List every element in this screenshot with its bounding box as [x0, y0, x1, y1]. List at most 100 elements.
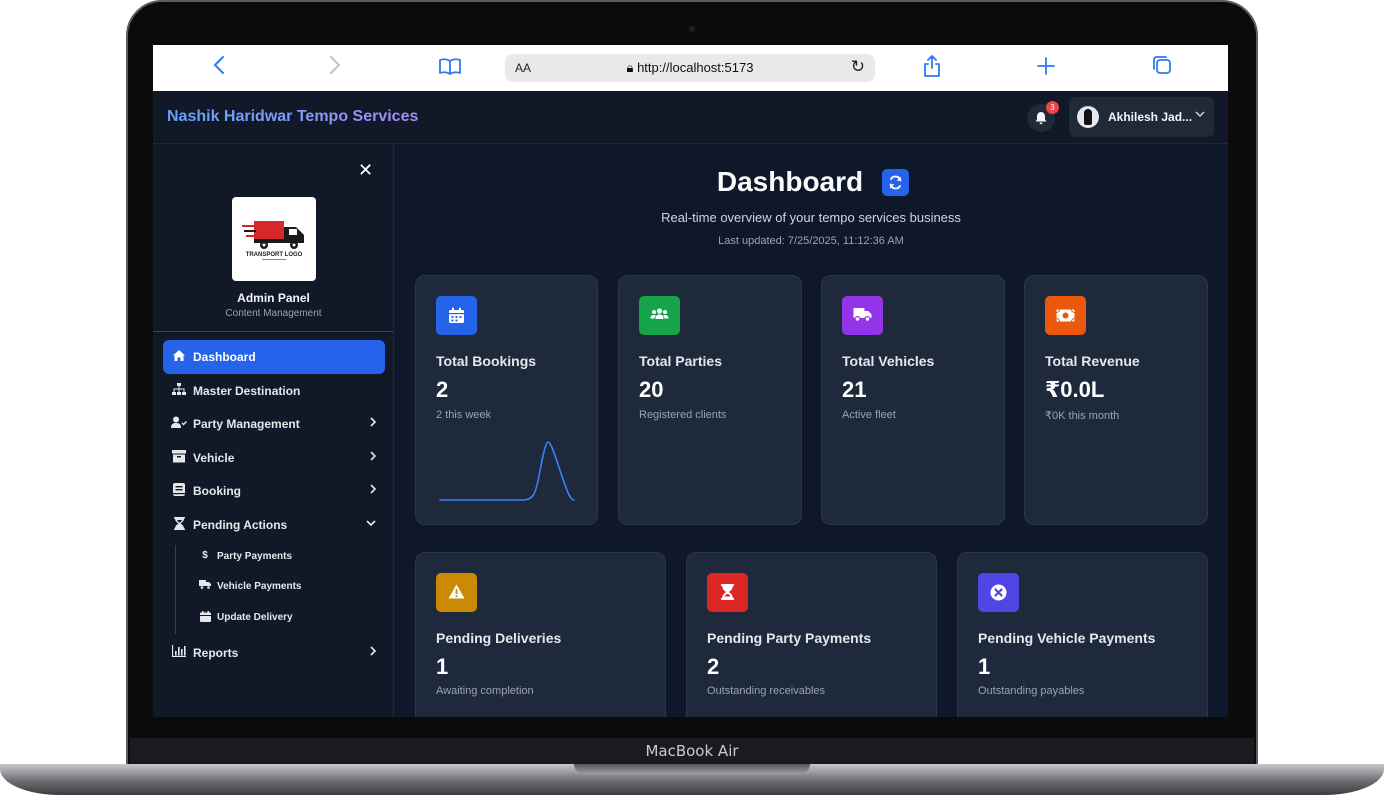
times-circle-icon [978, 573, 1019, 612]
page-subtitle: Real-time overview of your tempo service… [661, 210, 961, 225]
pending-card-vehicle-payments: Pending Vehicle Payments 1 Outstanding p… [957, 552, 1208, 717]
money-bill-icon [1045, 296, 1086, 335]
chevron-down-icon [1195, 108, 1205, 122]
pending-card-party-payments: Pending Party Payments 2 Outstanding rec… [686, 552, 937, 717]
stat-card-total-revenue: Total Revenue ₹0.0L ₹0K this month [1024, 275, 1208, 525]
stat-title: Total Revenue [1045, 353, 1140, 369]
notification-badge: 3 [1046, 101, 1059, 114]
device-label: MacBook Air [645, 742, 739, 760]
logo-text: TRANSPORT LOGO [246, 252, 303, 258]
stat-card-total-vehicles: Total Vehicles 21 Active fleet [821, 275, 1005, 525]
back-icon[interactable] [209, 55, 229, 81]
hourglass-icon [707, 573, 748, 612]
sidebar-subtitle: Content Management [225, 308, 322, 319]
url-value: http://localhost:5173 [637, 60, 754, 75]
stat-note: 2 this week [436, 409, 492, 421]
sidebar-item-label: Booking [193, 484, 241, 498]
lock-icon: 🔒︎ [626, 60, 638, 75]
truck-icon [199, 580, 211, 592]
sidebar-item-label: Dashboard [193, 350, 256, 364]
laptop-notch [574, 764, 810, 774]
submenu-item-label: Party Payments [217, 551, 293, 562]
bar-chart-icon [171, 645, 187, 661]
brand-title[interactable]: Nashik Haridwar Tempo Services [167, 108, 418, 126]
reload-icon[interactable]: ↻ [851, 57, 865, 77]
truck-logo-image: TRANSPORT LOGO [242, 221, 304, 260]
last-updated: Last updated: 7/25/2025, 11:12:36 AM [718, 235, 904, 247]
home-icon [171, 349, 187, 365]
pending-value: 1 [978, 654, 991, 679]
stat-value: 20 [639, 377, 664, 402]
sidebar-item-pending-actions[interactable]: Pending Actions [163, 508, 385, 542]
stat-note: Active fleet [842, 409, 896, 421]
sidebar-item-label: Reports [193, 646, 239, 660]
pending-title: Pending Deliveries [436, 630, 562, 646]
refresh-button[interactable] [882, 169, 909, 196]
sidebar-item-booking[interactable]: Booking [163, 474, 385, 508]
pending-value: 2 [707, 654, 720, 679]
sitemap-icon [171, 383, 187, 399]
stat-title: Total Parties [639, 353, 722, 369]
transport-logo: TRANSPORT LOGO [232, 197, 316, 281]
tabs-overview-icon[interactable] [1151, 55, 1173, 81]
submenu-line [175, 545, 176, 634]
sidebar-item-label: Pending Actions [193, 518, 288, 532]
pending-title: Pending Vehicle Payments [978, 630, 1156, 646]
archive-icon [171, 450, 187, 466]
stat-card-total-bookings: Total Bookings 2 2 this week [415, 275, 598, 525]
hourglass-icon [171, 517, 187, 533]
user-name: Akhilesh Jad... [1108, 110, 1193, 124]
share-icon[interactable] [921, 55, 943, 81]
screen: AA 🔒︎ http://localhost:5173 ↻ Nashik Har… [153, 45, 1228, 717]
stat-note: Registered clients [639, 409, 727, 421]
address-bar[interactable]: AA 🔒︎ http://localhost:5173 ↻ [505, 54, 875, 82]
bookmarks-icon[interactable] [437, 55, 463, 81]
avatar [1077, 106, 1099, 128]
stat-title: Total Vehicles [842, 353, 935, 369]
sidebar-divider [153, 331, 394, 332]
pending-title: Pending Party Payments [707, 630, 872, 646]
sidebar-item-label: Master Destination [193, 384, 301, 398]
sidebar-item-dashboard[interactable]: Dashboard [163, 340, 385, 374]
pending-note: Outstanding receivables [707, 685, 826, 697]
sidebar-item-label: Vehicle [193, 451, 235, 465]
stat-value: 21 [842, 377, 867, 402]
sidebar: ✕ TRANSPORT LOGO Admin Panel Content Man… [153, 144, 394, 717]
stat-value: ₹0.0L [1045, 377, 1105, 402]
pending-card-deliveries: Pending Deliveries 1 Awaiting completion [415, 552, 666, 717]
chevron-down-icon [365, 517, 377, 531]
stat-card-total-parties: Total Parties 20 Registered clients [618, 275, 802, 525]
calendar-icon [436, 296, 477, 335]
camera [689, 26, 695, 32]
refresh-icon [889, 175, 902, 190]
pending-value: 1 [436, 654, 449, 679]
page-title-text: Dashboard [716, 166, 864, 197]
close-icon[interactable]: ✕ [358, 160, 373, 181]
browser-toolbar: AA 🔒︎ http://localhost:5173 ↻ [153, 45, 1228, 91]
truck-icon [842, 296, 883, 335]
pending-note: Awaiting completion [436, 685, 534, 697]
pending-note: Outstanding payables [978, 685, 1085, 697]
submenu-item-label: Vehicle Payments [217, 581, 302, 592]
chevron-right-icon [369, 416, 377, 431]
stat-title: Total Bookings [436, 353, 537, 369]
book-icon [171, 483, 187, 499]
sidebar-title: Admin Panel [237, 291, 310, 305]
bookings-sparkline [439, 441, 575, 501]
calendar-icon [199, 611, 211, 625]
chevron-right-icon [369, 483, 377, 498]
notifications-button[interactable]: 3 [1027, 101, 1059, 132]
stat-note: ₹0K this month [1045, 410, 1120, 422]
sidebar-item-vehicle[interactable]: Vehicle [163, 441, 385, 475]
main-content: Dashboard Real-time overview of your tem… [394, 144, 1228, 717]
sidebar-item-party-management[interactable]: Party Management [163, 407, 385, 441]
new-tab-icon[interactable] [1035, 55, 1057, 81]
user-menu[interactable]: Akhilesh Jad... [1069, 97, 1214, 137]
dollar-icon: $ [202, 550, 208, 561]
sidebar-item-reports[interactable]: Reports [163, 636, 385, 670]
submenu-item-label: Update Delivery [217, 612, 293, 623]
chevron-right-icon [369, 645, 377, 660]
sidebar-item-master-destination[interactable]: Master Destination [163, 374, 385, 408]
sidebar-item-label: Party Management [193, 417, 300, 431]
forward-icon[interactable] [325, 55, 345, 81]
